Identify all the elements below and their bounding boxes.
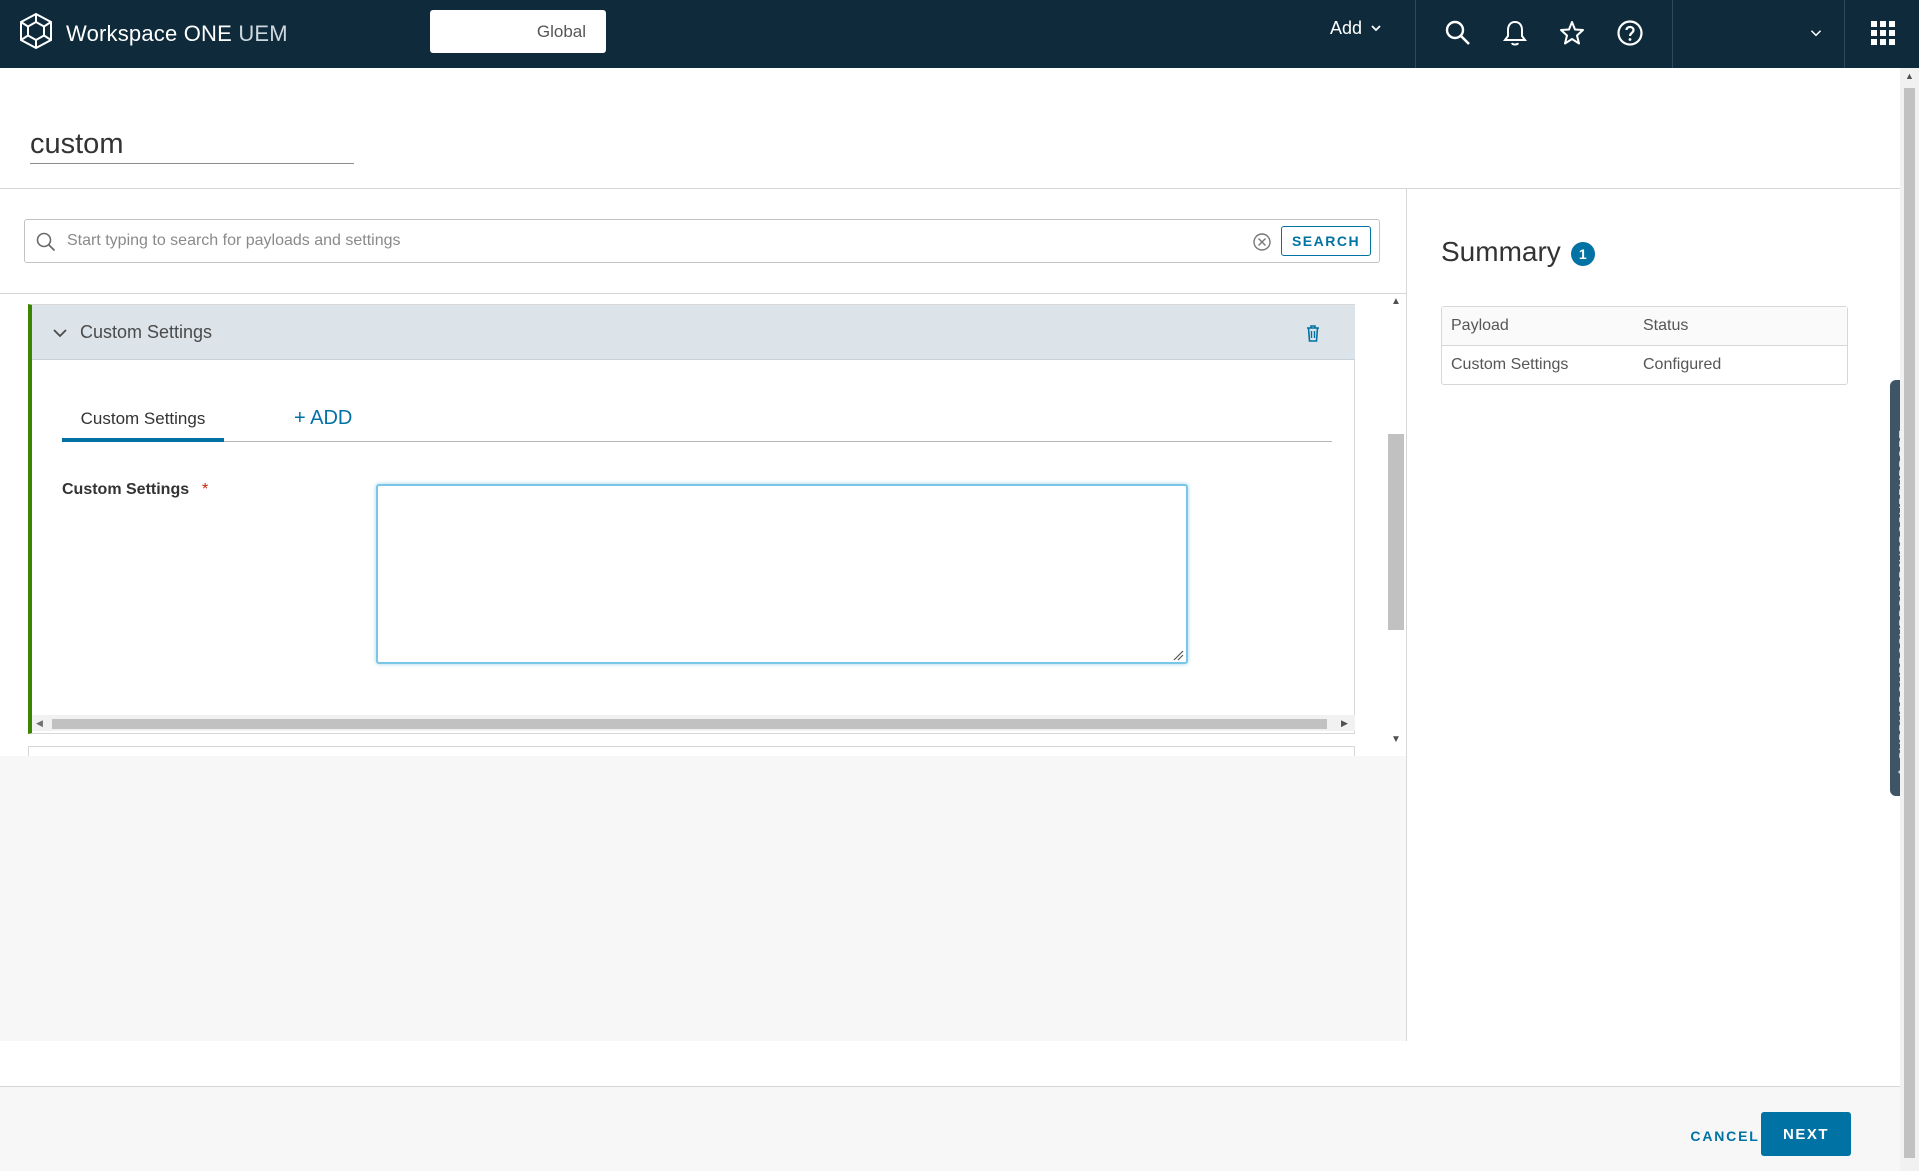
vertical-scroll-thumb[interactable] [1388, 434, 1404, 630]
app-title: Workspace ONE UEM [66, 20, 288, 46]
search-button[interactable]: SEARCH [1281, 226, 1371, 256]
chevron-down-icon[interactable] [52, 325, 68, 341]
column-header-status: Status [1634, 307, 1847, 346]
payload-list: Custom Settings Custom Settings + ADD Cu… [0, 294, 1406, 756]
next-payload-card [28, 746, 1355, 756]
scroll-up-arrow-icon[interactable]: ▲ [1905, 71, 1914, 81]
custom-settings-textarea[interactable] [376, 484, 1188, 664]
payload-title: Custom Settings [80, 322, 213, 342]
app-launcher-grid-icon[interactable] [1866, 16, 1900, 50]
next-button[interactable]: NEXT [1761, 1112, 1851, 1156]
clear-search-icon[interactable] [1251, 231, 1273, 253]
user-menu-chevron-down-icon[interactable] [1799, 16, 1833, 50]
summary-count-badge: 1 [1570, 242, 1595, 266]
table-header-row: Payload Status [1442, 307, 1847, 346]
required-indicator: * [202, 481, 209, 498]
wizard-footer: CANCEL NEXT [0, 1086, 1900, 1171]
organization-group-label: Global [536, 21, 586, 41]
top-header: Workspace ONE UEM Global Add [0, 0, 1919, 68]
add-setting-tab[interactable]: + ADD [294, 407, 352, 430]
payload-header[interactable]: Custom Settings [32, 305, 1355, 360]
header-divider [1415, 0, 1416, 68]
summary-table: Payload Status Custom Settings Configure… [1441, 306, 1848, 385]
tab-custom-settings[interactable]: Custom Settings [62, 400, 224, 442]
delete-payload-trash-icon[interactable] [1302, 322, 1324, 344]
payload-tabs: Custom Settings + ADD [62, 400, 1332, 442]
chevron-down-icon [1370, 18, 1382, 39]
page-scroll-thumb[interactable] [1904, 88, 1915, 1158]
scroll-up-arrow-icon[interactable]: ▲ [1391, 296, 1401, 307]
brand[interactable]: Workspace ONE UEM [18, 12, 288, 55]
status-cell: Configured [1643, 356, 1722, 373]
payload-cell: Custom Settings [1451, 356, 1569, 373]
organization-group-selector[interactable]: Global [430, 10, 606, 53]
summary-title: Summary [1441, 236, 1561, 267]
header-divider [1672, 0, 1673, 68]
page-scrollbar[interactable]: ▲ [1900, 68, 1919, 1171]
horizontal-scroll-thumb[interactable] [52, 719, 1327, 729]
payload-configuration-panel: SEARCH Custom Settings Custom Settings +… [0, 189, 1407, 1041]
help-icon[interactable] [1613, 16, 1647, 50]
notifications-bell-icon[interactable] [1498, 16, 1532, 50]
profile-name-field[interactable]: custom [30, 128, 354, 164]
add-menu-button[interactable]: Add [1330, 18, 1382, 39]
table-row: Custom Settings Configured [1442, 346, 1847, 384]
resize-handle-icon[interactable] [1172, 648, 1184, 661]
payload-search-input[interactable] [67, 226, 1267, 256]
search-icon[interactable] [1441, 16, 1475, 50]
column-header-payload: Payload [1442, 307, 1634, 346]
workspace-one-logo-icon [18, 12, 54, 55]
custom-settings-payload-card: Custom Settings Custom Settings + ADD Cu… [28, 304, 1355, 734]
payload-vertical-scrollbar[interactable]: ▲ ▼ [1384, 294, 1406, 756]
horizontal-scrollbar[interactable]: ◀ ▶ [32, 715, 1355, 731]
profile-title-area: custom [0, 68, 1900, 189]
summary-heading: Summary 1 [1441, 236, 1595, 268]
payload-search-bar: SEARCH [0, 189, 1406, 294]
payload-search-box: SEARCH [24, 219, 1380, 263]
scroll-down-arrow-icon[interactable]: ▼ [1391, 734, 1401, 745]
custom-settings-field-label: Custom Settings [62, 481, 190, 498]
scroll-left-arrow-icon[interactable]: ◀ [36, 718, 43, 729]
favorites-star-icon[interactable] [1555, 16, 1589, 50]
add-menu-label: Add [1330, 18, 1363, 38]
header-divider [1844, 0, 1845, 68]
search-icon [35, 231, 57, 253]
scroll-right-arrow-icon[interactable]: ▶ [1341, 718, 1348, 729]
